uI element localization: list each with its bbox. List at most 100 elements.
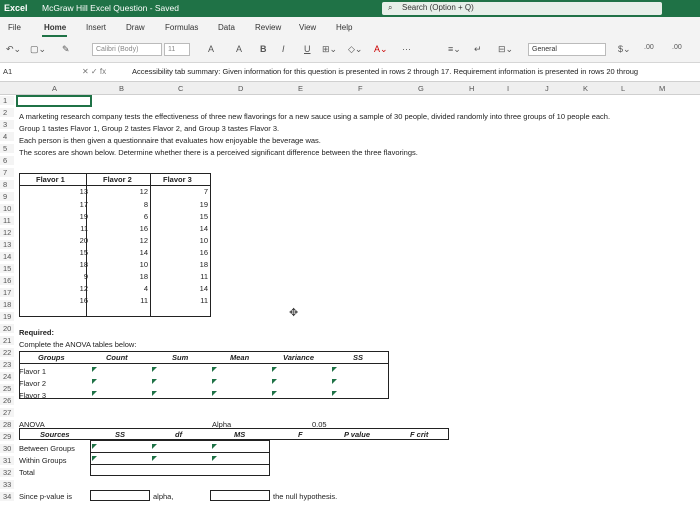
flavor1-value[interactable]: 15 (60, 248, 88, 257)
menu-formulas[interactable]: Formulas (165, 23, 198, 32)
row-number[interactable]: 20 (0, 324, 14, 333)
selected-cell-a1[interactable] (16, 95, 92, 107)
row-number[interactable]: 6 (0, 156, 14, 165)
row-number[interactable]: 31 (0, 456, 14, 465)
number-format-select[interactable]: General (528, 43, 606, 56)
column-k[interactable]: K (583, 84, 588, 93)
input-cell-marker[interactable] (272, 391, 277, 396)
column-d[interactable]: D (238, 84, 243, 93)
flavor3-value[interactable]: 14 (180, 224, 208, 233)
row-number[interactable]: 32 (0, 468, 14, 477)
menu-file[interactable]: File (8, 23, 21, 32)
row-number[interactable]: 9 (0, 192, 14, 201)
input-cell-marker[interactable] (212, 444, 217, 449)
fill-color-icon[interactable]: ◇⌄ (348, 44, 362, 55)
row-number[interactable]: 27 (0, 408, 14, 417)
flavor3-value[interactable]: 14 (180, 284, 208, 293)
row-number[interactable]: 1 (0, 96, 14, 105)
undo-icon[interactable]: ↶⌄ (6, 44, 21, 55)
row-number[interactable]: 12 (0, 228, 14, 237)
decrease-font-icon[interactable]: A (236, 44, 242, 54)
flavor1-value[interactable]: 16 (60, 296, 88, 305)
flavor1-value[interactable]: 11 (60, 224, 88, 233)
row-number[interactable]: 3 (0, 120, 14, 129)
input-cell-marker[interactable] (152, 444, 157, 449)
row-number[interactable]: 25 (0, 384, 14, 393)
flavor1-value[interactable]: 9 (60, 272, 88, 281)
flavor2-value[interactable]: 4 (120, 284, 148, 293)
flavor1-value[interactable]: 20 (60, 236, 88, 245)
row-number[interactable]: 16 (0, 276, 14, 285)
row-number[interactable]: 30 (0, 444, 14, 453)
input-cell-marker[interactable] (92, 444, 97, 449)
fx-icon[interactable]: ✕ ✓ fx (82, 67, 106, 76)
input-cell-marker[interactable] (92, 379, 97, 384)
column-f[interactable]: F (358, 84, 363, 93)
flavor3-value[interactable]: 19 (180, 200, 208, 209)
decrease-decimal-icon[interactable]: .00 (672, 44, 682, 51)
column-h[interactable]: H (469, 84, 474, 93)
font-name-select[interactable]: Calibri (Body) (92, 43, 162, 56)
font-size-select[interactable]: 11 (164, 43, 190, 56)
row-number[interactable]: 5 (0, 144, 14, 153)
column-a[interactable]: A (52, 84, 57, 93)
row-number[interactable]: 18 (0, 300, 14, 309)
input-cell-marker[interactable] (92, 456, 97, 461)
align-icon[interactable]: ≡⌄ (448, 44, 461, 55)
flavor2-value[interactable]: 14 (120, 248, 148, 257)
flavor2-value[interactable]: 16 (120, 224, 148, 233)
input-cell-marker[interactable] (212, 379, 217, 384)
row-number[interactable]: 19 (0, 312, 14, 321)
menu-data[interactable]: Data (218, 23, 235, 32)
italic-icon[interactable]: I (282, 44, 285, 54)
input-cell-marker[interactable] (152, 379, 157, 384)
row-number[interactable]: 17 (0, 288, 14, 297)
column-i[interactable]: I (507, 84, 509, 93)
search-box[interactable]: ⌕ Search (Option + Q) (382, 2, 662, 15)
menu-home[interactable]: Home (44, 23, 66, 32)
more-icon[interactable]: ··· (402, 44, 411, 54)
row-number[interactable]: 33 (0, 480, 14, 489)
format-painter-icon[interactable]: ✎ (62, 44, 70, 55)
flavor2-value[interactable]: 11 (120, 296, 148, 305)
row-number[interactable]: 2 (0, 108, 14, 117)
intro-line-2[interactable]: Group 1 tastes Flavor 1, Group 2 tastes … (19, 124, 279, 133)
increase-decimal-icon[interactable]: .00 (644, 44, 654, 51)
flavor1-value[interactable]: 18 (60, 260, 88, 269)
row-number[interactable]: 34 (0, 492, 14, 501)
column-c[interactable]: C (178, 84, 183, 93)
flavor3-value[interactable]: 7 (180, 187, 208, 196)
name-box[interactable]: A1 (0, 65, 70, 79)
flavor2-value[interactable]: 6 (120, 212, 148, 221)
intro-line-4[interactable]: The scores are shown below. Determine wh… (19, 148, 418, 157)
row-number[interactable]: 15 (0, 264, 14, 273)
formula-text[interactable]: Accessibility tab summary: Given informa… (132, 67, 638, 76)
increase-font-icon[interactable]: A (208, 44, 214, 54)
spreadsheet-grid[interactable]: 1 2 3 4 5 6 7 8 9 10 11 12 13 14 15 16 1… (0, 95, 700, 527)
row-number[interactable]: 4 (0, 132, 14, 141)
row-number[interactable]: 23 (0, 360, 14, 369)
row-number[interactable]: 10 (0, 204, 14, 213)
row-number[interactable]: 8 (0, 180, 14, 189)
row-number[interactable]: 14 (0, 252, 14, 261)
input-cell-marker[interactable] (212, 367, 217, 372)
input-cell-marker[interactable] (92, 367, 97, 372)
conclusion-decision-input[interactable] (210, 490, 270, 501)
row-number[interactable]: 24 (0, 372, 14, 381)
menu-help[interactable]: Help (336, 23, 352, 32)
flavor3-value[interactable]: 16 (180, 248, 208, 257)
row-number[interactable]: 21 (0, 336, 14, 345)
row-number[interactable]: 13 (0, 240, 14, 249)
flavor2-value[interactable]: 10 (120, 260, 148, 269)
input-cell-marker[interactable] (332, 379, 337, 384)
input-cell-marker[interactable] (152, 367, 157, 372)
conclusion-comparison-input[interactable] (90, 490, 150, 501)
column-m[interactable]: M (659, 84, 665, 93)
input-cell-marker[interactable] (332, 367, 337, 372)
borders-icon[interactable]: ⊞⌄ (322, 44, 337, 55)
column-j[interactable]: J (545, 84, 549, 93)
input-cell-marker[interactable] (272, 367, 277, 372)
column-g[interactable]: G (418, 84, 424, 93)
input-cell-marker[interactable] (152, 391, 157, 396)
menu-insert[interactable]: Insert (86, 23, 106, 32)
